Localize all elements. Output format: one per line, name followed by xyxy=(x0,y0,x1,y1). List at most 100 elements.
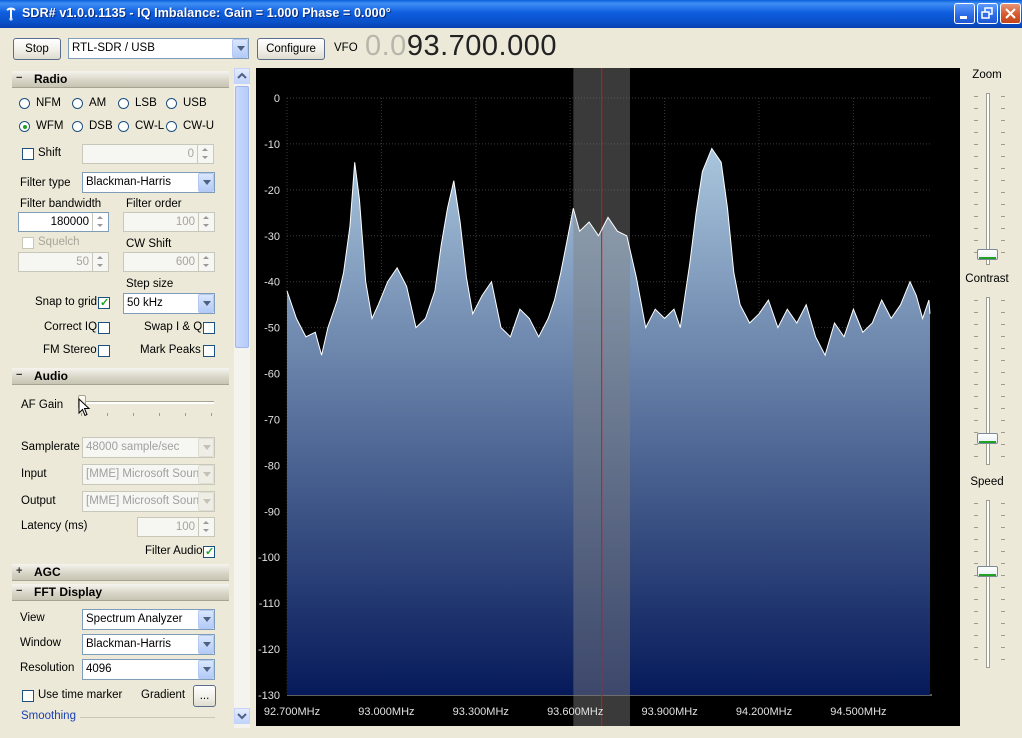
snap-to-grid-checkbox[interactable]: ✓ xyxy=(98,297,110,309)
mode-radio-lsb[interactable] xyxy=(118,98,129,109)
step-size-select[interactable]: 50 kHz xyxy=(123,293,215,314)
zoom-ticks xyxy=(974,96,978,261)
y-tick-label: -20 xyxy=(264,185,280,197)
device-select[interactable]: RTL-SDR / USB xyxy=(68,38,249,59)
gradient-label: Gradient xyxy=(141,689,186,701)
input-label: Input xyxy=(21,468,47,480)
vfo-label: VFO xyxy=(334,42,358,54)
zoom-slider-track[interactable] xyxy=(986,93,990,265)
contrast-ticks-right xyxy=(1001,300,1005,460)
samplerate-value: 48000 sample/sec xyxy=(86,441,180,453)
stop-button[interactable]: Stop xyxy=(13,38,61,60)
filter-order-value: 100 xyxy=(175,216,195,228)
control-panel-scrollbar[interactable] xyxy=(234,68,250,728)
audio-section-header[interactable]: − Audio xyxy=(12,368,229,385)
mode-radio-am[interactable] xyxy=(72,98,83,109)
filter-order-label: Filter order xyxy=(126,198,182,210)
spectrum-chart[interactable]: 0 -10 -20 -30 -40 -50 -60 -70 -80 -90 -100 -110 -120… xyxy=(256,68,960,726)
vfo-frequency-digits[interactable]: 93.700.000 xyxy=(407,30,557,62)
gradient-button[interactable]: ... xyxy=(193,685,216,707)
chevron-down-icon[interactable] xyxy=(198,610,214,629)
app-icon xyxy=(6,7,16,21)
y-tick-label: -30 xyxy=(264,231,280,243)
mode-label-lsb: LSB xyxy=(135,97,157,109)
radio-section-title: Radio xyxy=(34,72,68,86)
radio-section-header[interactable]: − Radio xyxy=(12,71,229,88)
collapse-icon[interactable]: − xyxy=(16,370,24,381)
maximize-button[interactable] xyxy=(977,3,998,24)
filter-bandwidth-value[interactable]: 180000 xyxy=(51,216,89,228)
configure-button[interactable]: Configure xyxy=(257,38,325,60)
cw-shift-value: 600 xyxy=(175,256,195,268)
window-select[interactable]: Blackman-Harris xyxy=(82,634,215,655)
chevron-down-icon[interactable] xyxy=(198,294,214,313)
x-tick-label: 93.600MHz xyxy=(547,706,603,718)
x-tick-label: 93.900MHz xyxy=(641,706,697,718)
filter-audio-checkbox[interactable]: ✓ xyxy=(203,546,215,558)
window-value: Blackman-Harris xyxy=(86,638,171,650)
filter-audio-label: Filter Audio xyxy=(145,545,203,557)
audio-section-title: Audio xyxy=(34,369,68,383)
vfo-frequency-display[interactable]: 0.093.700.000 xyxy=(365,30,557,63)
correct-iq-checkbox[interactable] xyxy=(98,322,110,334)
agc-section-title: AGC xyxy=(34,565,61,579)
spinner-icon[interactable] xyxy=(92,213,108,231)
mode-radio-usb[interactable] xyxy=(166,98,177,109)
latency-value: 100 xyxy=(175,521,195,533)
filter-bandwidth-input[interactable]: 180000 xyxy=(18,212,109,232)
scroll-up-button[interactable] xyxy=(234,68,250,84)
filter-type-select[interactable]: Blackman-Harris xyxy=(82,172,215,193)
view-label: View xyxy=(20,612,45,624)
mode-radio-nfm[interactable] xyxy=(19,98,30,109)
y-tick-label: -40 xyxy=(264,277,280,289)
y-tick-label: -120 xyxy=(258,644,280,656)
output-device-value: [MME] Microsoft Sound xyxy=(86,495,206,507)
y-tick-label: -60 xyxy=(264,369,280,381)
zoom-slider-thumb[interactable] xyxy=(977,249,998,260)
af-gain-slider[interactable] xyxy=(78,394,216,420)
chevron-down-icon xyxy=(198,465,214,484)
swap-iq-checkbox[interactable] xyxy=(203,322,215,334)
view-select[interactable]: Spectrum Analyzer xyxy=(82,609,215,630)
close-button[interactable] xyxy=(1000,3,1021,24)
step-size-label: Step size xyxy=(126,278,174,290)
mark-peaks-checkbox[interactable] xyxy=(203,345,215,357)
mode-radio-wfm[interactable] xyxy=(19,121,30,132)
speed-slider-thumb[interactable] xyxy=(977,566,998,577)
spinner-icon xyxy=(197,145,213,163)
speed-ticks-right xyxy=(1001,503,1005,663)
mode-radio-dsb[interactable] xyxy=(72,121,83,132)
chevron-down-icon[interactable] xyxy=(232,39,248,58)
mode-label-cw-l: CW-L xyxy=(135,120,165,132)
window-title: SDR# v1.0.0.1135 - IQ Imbalance: Gain = … xyxy=(22,6,391,20)
x-tick-label: 94.200MHz xyxy=(736,706,792,718)
spectrum-analyzer[interactable]: 0 -10 -20 -30 -40 -50 -60 -70 -80 -90 -100 -110 -120… xyxy=(256,68,960,726)
fm-stereo-checkbox[interactable] xyxy=(98,345,110,357)
collapse-icon[interactable]: − xyxy=(16,73,24,84)
minimize-button[interactable] xyxy=(954,3,975,24)
expand-icon[interactable]: + xyxy=(16,566,24,577)
resolution-select[interactable]: 4096 xyxy=(82,659,215,680)
agc-section-header[interactable]: + AGC xyxy=(12,564,229,581)
chevron-down-icon[interactable] xyxy=(198,660,214,679)
squelch-input: 50 xyxy=(18,252,109,272)
speed-slider-track[interactable] xyxy=(986,500,990,668)
chevron-down-icon[interactable] xyxy=(198,173,214,192)
fft-section-header[interactable]: − FFT Display xyxy=(12,584,229,601)
contrast-slider-thumb[interactable] xyxy=(977,433,998,444)
scroll-down-button[interactable] xyxy=(234,708,250,724)
x-tick-label: 93.000MHz xyxy=(358,706,414,718)
resolution-value: 4096 xyxy=(86,663,112,675)
title-bar[interactable]: SDR# v1.0.0.1135 - IQ Imbalance: Gain = … xyxy=(0,0,1022,28)
shift-checkbox[interactable] xyxy=(22,148,34,160)
chevron-down-icon[interactable] xyxy=(198,635,214,654)
chevron-up-icon xyxy=(237,72,247,79)
cw-shift-input: 600 xyxy=(123,252,215,272)
collapse-icon[interactable]: − xyxy=(16,586,24,597)
spinner-icon xyxy=(92,253,108,271)
mode-radio-cw-l[interactable] xyxy=(118,121,129,132)
use-time-marker-checkbox[interactable] xyxy=(22,690,34,702)
vfo-leading-digits[interactable]: 0.0 xyxy=(365,30,407,62)
mode-radio-cw-u[interactable] xyxy=(166,121,177,132)
scroll-thumb[interactable] xyxy=(235,86,249,348)
